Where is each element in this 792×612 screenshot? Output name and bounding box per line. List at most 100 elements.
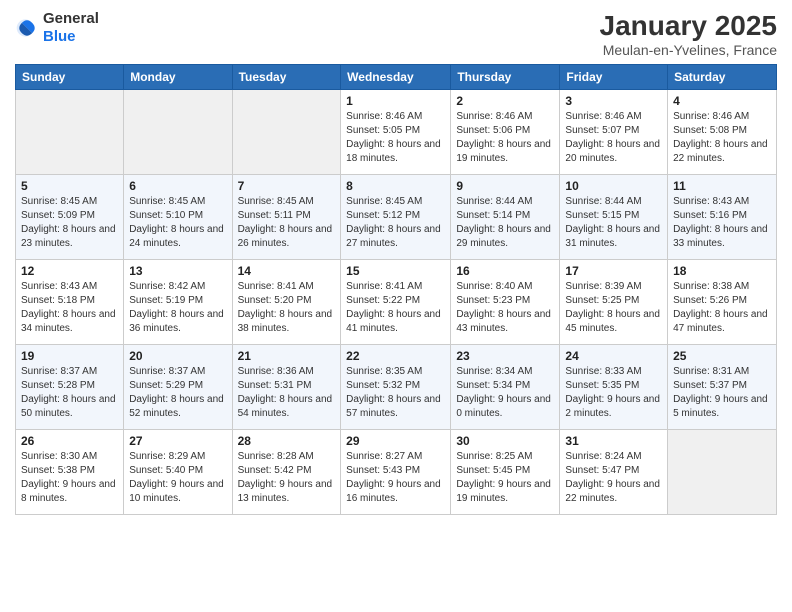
- calendar-cell: 22Sunrise: 8:35 AM Sunset: 5:32 PM Dayli…: [341, 345, 451, 430]
- calendar-cell: 18Sunrise: 8:38 AM Sunset: 5:26 PM Dayli…: [668, 260, 777, 345]
- calendar-cell: 6 Sunrise: 8:45 AM Sunset: 5:10 PM Daylig…: [124, 175, 232, 260]
- calendar-cell: 24 Sunrise: 8:33 AM Sunset: 5:35 PM Dayli…: [560, 345, 668, 430]
- cell-day-number: 10: [565, 179, 662, 193]
- cell-day-number: 14: [238, 264, 336, 278]
- calendar-cell: 16Sunrise: 8:40 AM Sunset: 5:23 PM Dayli…: [451, 260, 560, 345]
- calendar-cell: 3Sunrise: 8:46 AM Sunset: 5:07 PM Daylig…: [560, 90, 668, 175]
- cell-day-number: 13: [129, 264, 226, 278]
- cell-day-number: 17: [565, 264, 662, 278]
- calendar-cell: 14 Sunrise: 8:41 AM Sunset: 5:20 PM Dayli…: [232, 260, 341, 345]
- cell-info: Sunrise: 8:33 AM Sunset: 5:35 PM Dayligh…: [565, 365, 662, 421]
- calendar-cell: 29 Sunrise: 8:27 AM Sunset: 5:43 PM Dayli…: [341, 430, 451, 515]
- logo-blue: Blue: [43, 28, 76, 45]
- cell-info: Sunrise: 8:35 AM Sunset: 5:32 PM Dayligh…: [346, 365, 445, 421]
- week-row-4: 26 Sunrise: 8:30 AM Sunset: 5:38 PM Dayli…: [16, 430, 777, 515]
- calendar-cell: 13Sunrise: 8:42 AM Sunset: 5:19 PM Dayli…: [124, 260, 232, 345]
- cell-day-number: 28: [238, 434, 336, 448]
- cell-day-number: 21: [238, 349, 336, 363]
- calendar-cell: 11Sunrise: 8:43 AM Sunset: 5:16 PM Dayli…: [668, 175, 777, 260]
- calendar-cell: 5 Sunrise: 8:45 AM Sunset: 5:09 PM Daylig…: [16, 175, 124, 260]
- cell-info: Sunrise: 8:37 AM Sunset: 5:29 PM Dayligh…: [129, 365, 226, 421]
- calendar-cell: 19Sunrise: 8:37 AM Sunset: 5:28 PM Dayli…: [16, 345, 124, 430]
- cell-info: Sunrise: 8:46 AM Sunset: 5:08 PM Dayligh…: [673, 110, 771, 166]
- cell-info: Sunrise: 8:45 AM Sunset: 5:10 PM Dayligh…: [129, 195, 226, 251]
- cell-day-number: 3: [565, 94, 662, 108]
- calendar-body: 1 Sunrise: 8:46 AM Sunset: 5:05 PM Daylig…: [16, 90, 777, 515]
- calendar-cell: [232, 90, 341, 175]
- calendar-cell: 17 Sunrise: 8:39 AM Sunset: 5:25 PM Dayli…: [560, 260, 668, 345]
- calendar-cell: 2 Sunrise: 8:46 AM Sunset: 5:06 PM Daylig…: [451, 90, 560, 175]
- logo: General Blue: [15, 10, 99, 46]
- cell-day-number: 11: [673, 179, 771, 193]
- week-row-1: 5 Sunrise: 8:45 AM Sunset: 5:09 PM Daylig…: [16, 175, 777, 260]
- cell-day-number: 5: [21, 179, 118, 193]
- week-row-3: 19Sunrise: 8:37 AM Sunset: 5:28 PM Dayli…: [16, 345, 777, 430]
- calendar-cell: 31 Sunrise: 8:24 AM Sunset: 5:47 PM Dayli…: [560, 430, 668, 515]
- cell-info: Sunrise: 8:30 AM Sunset: 5:38 PM Dayligh…: [21, 450, 118, 506]
- calendar-cell: [668, 430, 777, 515]
- week-row-2: 12Sunrise: 8:43 AM Sunset: 5:18 PM Dayli…: [16, 260, 777, 345]
- calendar: SundayMondayTuesdayWednesdayThursdayFrid…: [15, 64, 777, 515]
- calendar-cell: 27 Sunrise: 8:29 AM Sunset: 5:40 PM Dayli…: [124, 430, 232, 515]
- calendar-cell: 12Sunrise: 8:43 AM Sunset: 5:18 PM Dayli…: [16, 260, 124, 345]
- cell-day-number: 18: [673, 264, 771, 278]
- week-row-0: 1 Sunrise: 8:46 AM Sunset: 5:05 PM Daylig…: [16, 90, 777, 175]
- cell-day-number: 31: [565, 434, 662, 448]
- cell-info: Sunrise: 8:43 AM Sunset: 5:18 PM Dayligh…: [21, 280, 118, 336]
- cell-info: Sunrise: 8:46 AM Sunset: 5:06 PM Dayligh…: [456, 110, 554, 166]
- day-header-friday: Friday: [560, 65, 668, 90]
- cell-info: Sunrise: 8:46 AM Sunset: 5:05 PM Dayligh…: [346, 110, 445, 166]
- title-area: January 2025 Meulan-en-Yvelines, France: [600, 10, 777, 58]
- calendar-cell: [16, 90, 124, 175]
- cell-info: Sunrise: 8:40 AM Sunset: 5:23 PM Dayligh…: [456, 280, 554, 336]
- cell-day-number: 8: [346, 179, 445, 193]
- cell-info: Sunrise: 8:27 AM Sunset: 5:43 PM Dayligh…: [346, 450, 445, 506]
- cell-info: Sunrise: 8:41 AM Sunset: 5:22 PM Dayligh…: [346, 280, 445, 336]
- cell-info: Sunrise: 8:36 AM Sunset: 5:31 PM Dayligh…: [238, 365, 336, 421]
- cell-info: Sunrise: 8:45 AM Sunset: 5:12 PM Dayligh…: [346, 195, 445, 251]
- calendar-cell: 4Sunrise: 8:46 AM Sunset: 5:08 PM Daylig…: [668, 90, 777, 175]
- cell-info: Sunrise: 8:39 AM Sunset: 5:25 PM Dayligh…: [565, 280, 662, 336]
- cell-info: Sunrise: 8:44 AM Sunset: 5:14 PM Dayligh…: [456, 195, 554, 251]
- cell-day-number: 30: [456, 434, 554, 448]
- calendar-cell: 7Sunrise: 8:45 AM Sunset: 5:11 PM Daylig…: [232, 175, 341, 260]
- logo-general: General: [43, 10, 99, 27]
- cell-info: Sunrise: 8:29 AM Sunset: 5:40 PM Dayligh…: [129, 450, 226, 506]
- subtitle: Meulan-en-Yvelines, France: [600, 42, 777, 58]
- calendar-cell: 8 Sunrise: 8:45 AM Sunset: 5:12 PM Daylig…: [341, 175, 451, 260]
- calendar-cell: 28 Sunrise: 8:28 AM Sunset: 5:42 PM Dayli…: [232, 430, 341, 515]
- cell-day-number: 25: [673, 349, 771, 363]
- cell-info: Sunrise: 8:28 AM Sunset: 5:42 PM Dayligh…: [238, 450, 336, 506]
- calendar-cell: 26 Sunrise: 8:30 AM Sunset: 5:38 PM Dayli…: [16, 430, 124, 515]
- cell-day-number: 27: [129, 434, 226, 448]
- cell-day-number: 1: [346, 94, 445, 108]
- calendar-cell: 20Sunrise: 8:37 AM Sunset: 5:29 PM Dayli…: [124, 345, 232, 430]
- calendar-cell: 23Sunrise: 8:34 AM Sunset: 5:34 PM Dayli…: [451, 345, 560, 430]
- calendar-cell: 30Sunrise: 8:25 AM Sunset: 5:45 PM Dayli…: [451, 430, 560, 515]
- cell-info: Sunrise: 8:41 AM Sunset: 5:20 PM Dayligh…: [238, 280, 336, 336]
- cell-day-number: 26: [21, 434, 118, 448]
- day-header-saturday: Saturday: [668, 65, 777, 90]
- logo-text: General Blue: [43, 10, 99, 46]
- day-header-sunday: Sunday: [16, 65, 124, 90]
- cell-info: Sunrise: 8:31 AM Sunset: 5:37 PM Dayligh…: [673, 365, 771, 421]
- day-header-thursday: Thursday: [451, 65, 560, 90]
- calendar-cell: 10Sunrise: 8:44 AM Sunset: 5:15 PM Dayli…: [560, 175, 668, 260]
- header: General Blue January 2025 Meulan-en-Yvel…: [15, 10, 777, 58]
- day-header-monday: Monday: [124, 65, 232, 90]
- calendar-cell: [124, 90, 232, 175]
- cell-info: Sunrise: 8:24 AM Sunset: 5:47 PM Dayligh…: [565, 450, 662, 506]
- logo-icon: [15, 16, 39, 40]
- calendar-header: SundayMondayTuesdayWednesdayThursdayFrid…: [16, 65, 777, 90]
- day-header-wednesday: Wednesday: [341, 65, 451, 90]
- calendar-cell: 9Sunrise: 8:44 AM Sunset: 5:14 PM Daylig…: [451, 175, 560, 260]
- cell-day-number: 24: [565, 349, 662, 363]
- cell-day-number: 6: [129, 179, 226, 193]
- cell-info: Sunrise: 8:45 AM Sunset: 5:09 PM Dayligh…: [21, 195, 118, 251]
- cell-day-number: 15: [346, 264, 445, 278]
- cell-day-number: 29: [346, 434, 445, 448]
- header-row: SundayMondayTuesdayWednesdayThursdayFrid…: [16, 65, 777, 90]
- cell-day-number: 2: [456, 94, 554, 108]
- cell-info: Sunrise: 8:37 AM Sunset: 5:28 PM Dayligh…: [21, 365, 118, 421]
- cell-day-number: 7: [238, 179, 336, 193]
